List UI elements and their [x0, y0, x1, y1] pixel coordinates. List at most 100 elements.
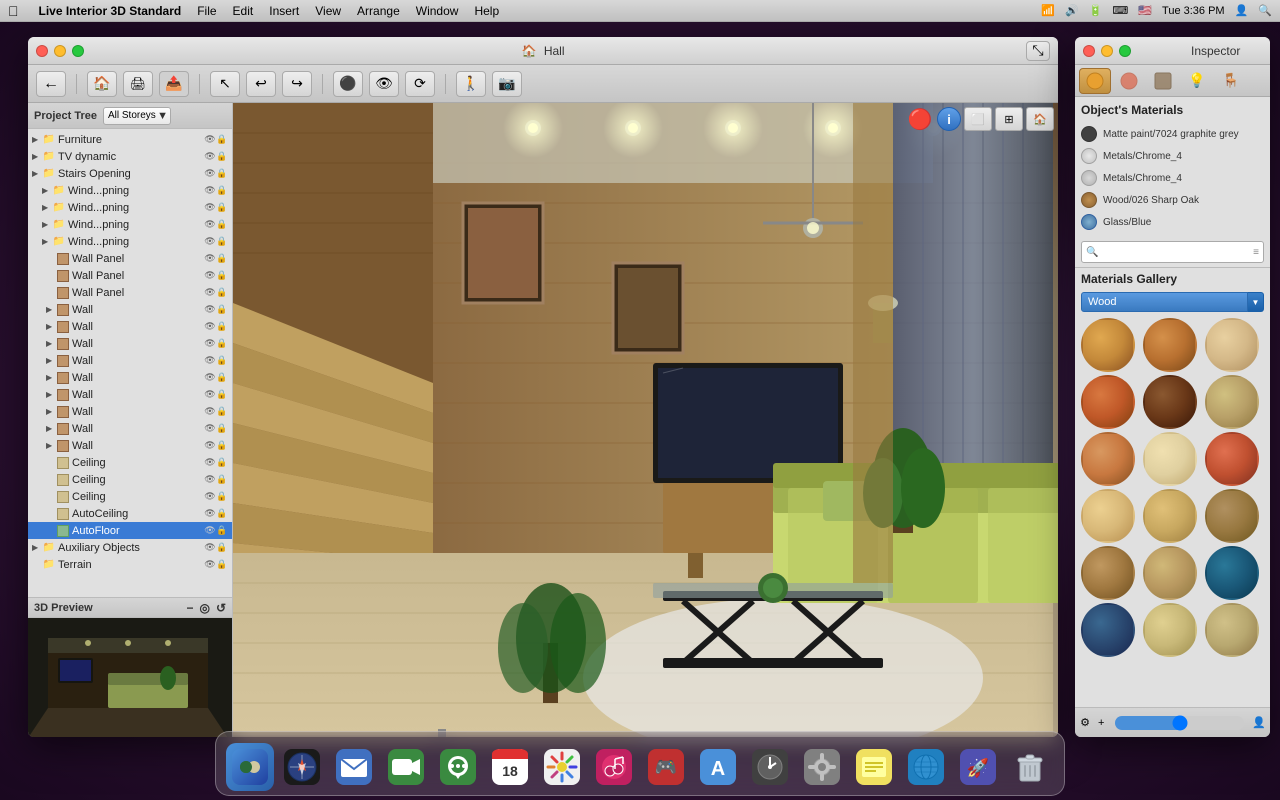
print-button[interactable]: 🖨: [123, 71, 153, 97]
visibility-icon[interactable]: 👁: [204, 287, 216, 299]
gallery-item-17[interactable]: [1143, 603, 1197, 657]
tree-item-ceiling-1[interactable]: Ceiling 👁 🔒: [28, 454, 232, 471]
visibility-icon[interactable]: 👁: [204, 304, 216, 316]
search-icon[interactable]: 🔍: [1258, 4, 1272, 17]
lock-icon[interactable]: 🔒: [216, 270, 228, 282]
lock-icon[interactable]: 🔒: [216, 423, 228, 435]
gallery-item-13[interactable]: [1081, 546, 1135, 600]
dock-facetime[interactable]: [382, 743, 430, 791]
visibility-icon[interactable]: 👁: [204, 423, 216, 435]
gallery-item-10[interactable]: [1081, 489, 1135, 543]
lock-icon[interactable]: 🔒: [216, 457, 228, 469]
colors-tab[interactable]: [1113, 68, 1145, 94]
clock[interactable]: Tue 3:36 PM: [1162, 5, 1225, 17]
search-input[interactable]: [1100, 247, 1253, 258]
add-button[interactable]: +: [1095, 712, 1107, 734]
dock-timemachine[interactable]: [746, 743, 794, 791]
visibility-icon[interactable]: 👁: [204, 236, 216, 248]
dock-trash[interactable]: [1006, 743, 1054, 791]
visibility-icon[interactable]: 👁: [204, 355, 216, 367]
visibility-icon[interactable]: 👁: [204, 219, 216, 231]
tree-item-furniture[interactable]: ▶ 📁 Furniture 👁 🔒: [28, 131, 232, 148]
dock-safari[interactable]: [278, 743, 326, 791]
menu-edit[interactable]: Edit: [233, 4, 254, 18]
lock-icon[interactable]: 🔒: [216, 202, 228, 214]
lock-icon[interactable]: 🔒: [216, 491, 228, 503]
tree-item-terrain[interactable]: 📁 Terrain 👁 🔒: [28, 556, 232, 573]
visibility-icon[interactable]: 👁: [204, 185, 216, 197]
gallery-item-11[interactable]: [1143, 489, 1197, 543]
user-icon[interactable]: 👤: [1235, 4, 1249, 17]
lock-icon[interactable]: 🔒: [216, 151, 228, 163]
screenshot-tool[interactable]: 📷: [492, 71, 522, 97]
gallery-item-3[interactable]: [1205, 318, 1259, 372]
gallery-item-7[interactable]: [1081, 432, 1135, 486]
view-mode-2[interactable]: ⊞: [995, 107, 1023, 131]
export-button[interactable]: 📤: [159, 71, 189, 97]
zoom-slider[interactable]: [1115, 716, 1244, 730]
visibility-icon[interactable]: 👁: [204, 321, 216, 333]
apple-logo-icon[interactable]: : [8, 3, 19, 19]
user-button[interactable]: 👤: [1252, 712, 1266, 734]
lock-icon[interactable]: 🔒: [216, 168, 228, 180]
gallery-item-6[interactable]: [1205, 375, 1259, 429]
dock-messages[interactable]: [434, 743, 482, 791]
dock-mail[interactable]: [330, 743, 378, 791]
dock-note[interactable]: [850, 743, 898, 791]
settings-button[interactable]: ⚙: [1079, 712, 1091, 734]
lock-icon[interactable]: 🔒: [216, 355, 228, 367]
visibility-icon[interactable]: 👁: [204, 525, 216, 537]
materials-tab[interactable]: [1079, 68, 1111, 94]
visibility-icon[interactable]: 👁: [204, 253, 216, 265]
visibility-icon[interactable]: 👁: [204, 168, 216, 180]
dock-launchpad[interactable]: 🚀: [954, 743, 1002, 791]
tree-item-wall-3[interactable]: ▶ Wall 👁 🔒: [28, 335, 232, 352]
visibility-icon[interactable]: 👁: [204, 457, 216, 469]
tree-item-window-2[interactable]: ▶ 📁 Wind...pning 👁 🔒: [28, 199, 232, 216]
lights-tab[interactable]: 💡: [1181, 68, 1213, 94]
gallery-item-1[interactable]: [1081, 318, 1135, 372]
gallery-item-16[interactable]: [1081, 603, 1135, 657]
tree-item-wall-7[interactable]: ▶ Wall 👁 🔒: [28, 403, 232, 420]
gallery-dropdown-arrow[interactable]: ▼: [1248, 292, 1264, 312]
menu-view[interactable]: View: [315, 4, 341, 18]
volume-icon[interactable]: 🔊: [1065, 4, 1079, 17]
tree-item-ceiling-3[interactable]: Ceiling 👁 🔒: [28, 488, 232, 505]
refresh-icon[interactable]: ↺: [216, 601, 226, 615]
gallery-item-14[interactable]: [1143, 546, 1197, 600]
gallery-category-select[interactable]: Wood: [1081, 292, 1248, 312]
eye-tool[interactable]: 👁: [369, 71, 399, 97]
tree-item-wall-6[interactable]: ▶ Wall 👁 🔒: [28, 386, 232, 403]
gallery-item-18[interactable]: [1205, 603, 1259, 657]
visibility-icon[interactable]: 👁: [204, 440, 216, 452]
tree-item-ceiling-2[interactable]: Ceiling 👁 🔒: [28, 471, 232, 488]
menu-file[interactable]: File: [197, 4, 216, 18]
zoom-reset-icon[interactable]: ◎: [199, 601, 209, 615]
tree-item-wallpanel-1[interactable]: Wall Panel 👁 🔒: [28, 250, 232, 267]
dock-finder[interactable]: [226, 743, 274, 791]
gallery-item-15[interactable]: [1205, 546, 1259, 600]
tree-item-window-4[interactable]: ▶ 📁 Wind...pning 👁 🔒: [28, 233, 232, 250]
floor-plan-button[interactable]: 🏠: [87, 71, 117, 97]
tree-item-autoceiling[interactable]: AutoCeiling 👁 🔒: [28, 505, 232, 522]
dock-globe[interactable]: [902, 743, 950, 791]
lock-icon[interactable]: 🔒: [216, 321, 228, 333]
menu-app-name[interactable]: Live Interior 3D Standard: [39, 4, 182, 18]
lock-icon[interactable]: 🔒: [216, 559, 228, 571]
tree-item-stairs[interactable]: ▶ 📁 Stairs Opening 👁 🔒: [28, 165, 232, 182]
battery-icon[interactable]: 🔋: [1089, 4, 1103, 17]
lock-icon[interactable]: 🔒: [216, 219, 228, 231]
view-3d[interactable]: 🔴 i ⬜ ⊞ 🏠: [233, 103, 1058, 737]
lock-icon[interactable]: 🔒: [216, 253, 228, 265]
visibility-icon[interactable]: 👁: [204, 134, 216, 146]
gallery-item-4[interactable]: [1081, 375, 1135, 429]
visibility-icon[interactable]: 👁: [204, 491, 216, 503]
textures-tab[interactable]: [1147, 68, 1179, 94]
gallery-item-9[interactable]: [1205, 432, 1259, 486]
lock-icon[interactable]: 🔒: [216, 525, 228, 537]
tree-item-window-3[interactable]: ▶ 📁 Wind...pning 👁 🔒: [28, 216, 232, 233]
tree-list[interactable]: ▶ 📁 Furniture 👁 🔒 ▶ 📁 TV dynamic 👁 🔒: [28, 129, 232, 597]
lock-icon[interactable]: 🔒: [216, 304, 228, 316]
tree-item-wall-9[interactable]: ▶ Wall 👁 🔒: [28, 437, 232, 454]
maximize-button[interactable]: [72, 45, 84, 57]
